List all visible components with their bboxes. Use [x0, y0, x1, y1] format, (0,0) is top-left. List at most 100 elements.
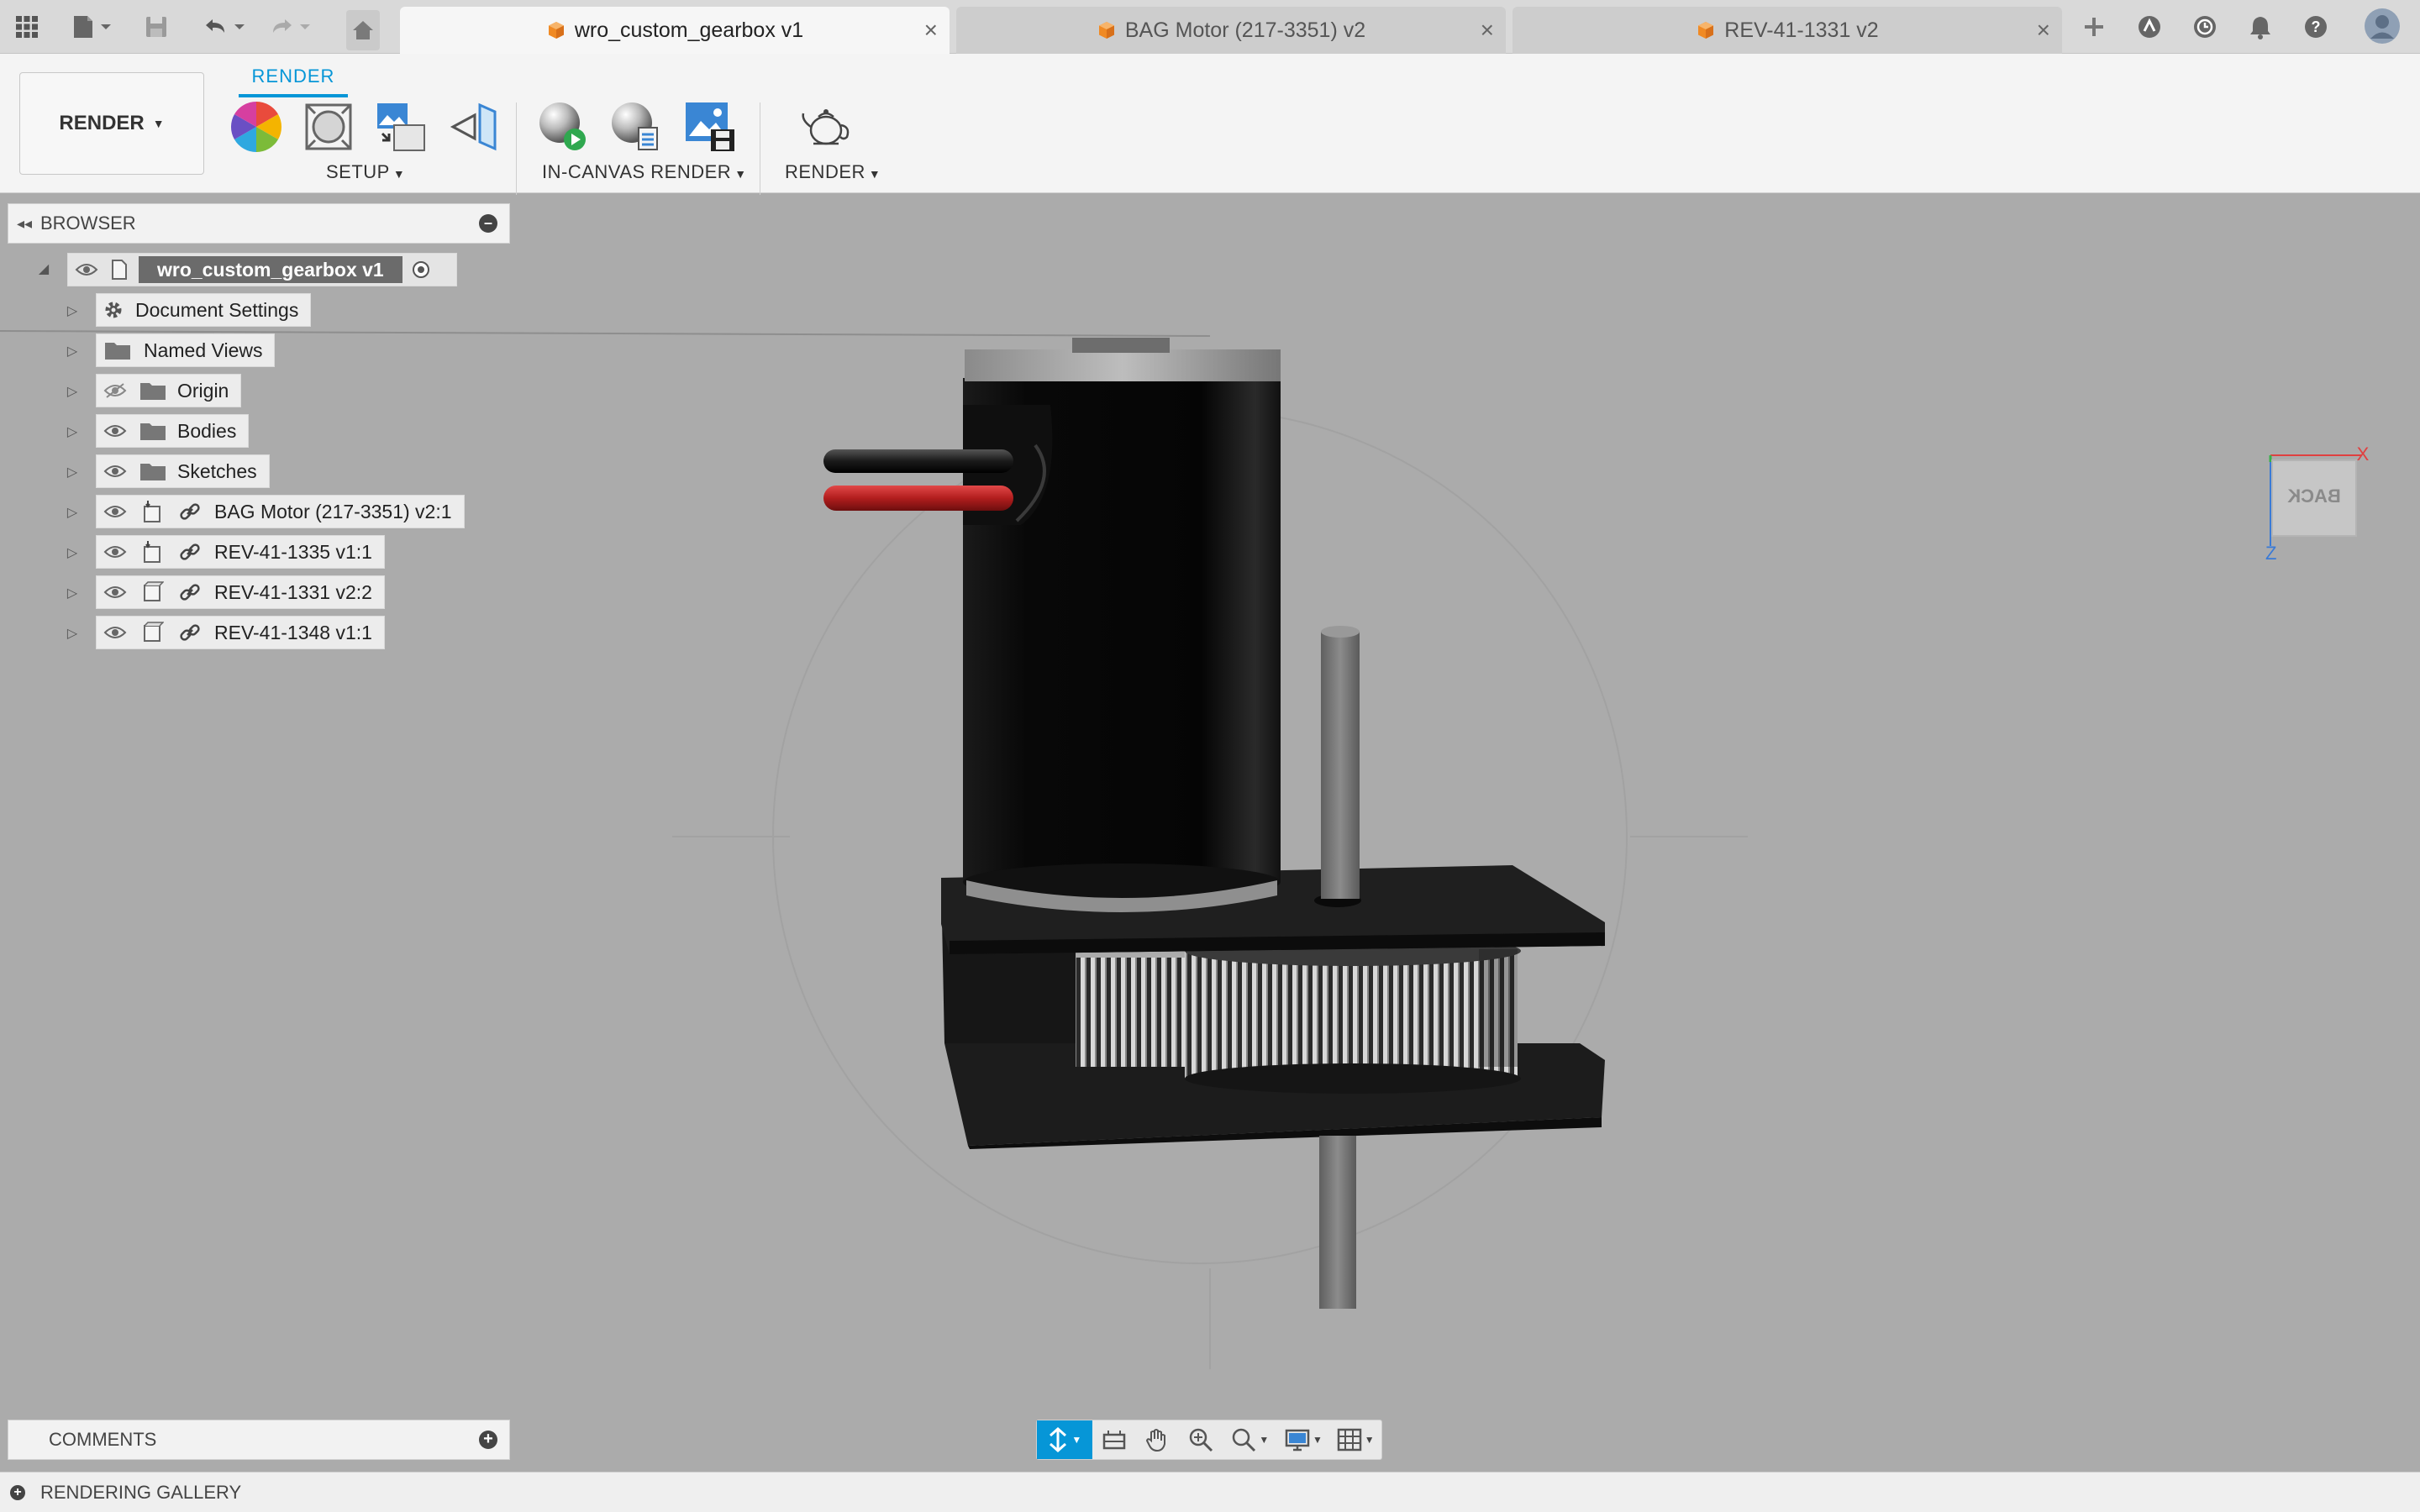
scene-settings-icon[interactable] — [299, 97, 358, 156]
in-canvas-render-group-label: IN-CANVAS RENDER — [542, 161, 732, 182]
activate-radio-icon[interactable] — [408, 253, 434, 286]
component-icon — [134, 616, 171, 649]
rendering-gallery-bar[interactable]: + RENDERING GALLERY — [0, 1472, 2420, 1512]
browser-item-label: REV-41-1335 v1:1 — [214, 540, 372, 563]
browser-item-rev-41-1348[interactable]: REV-41-1348 v1:1 — [96, 616, 385, 649]
ribbon-tab-render[interactable]: RENDER — [239, 60, 348, 97]
chevron-down-icon: ▼ — [152, 117, 165, 130]
svg-text:?: ? — [2312, 18, 2321, 35]
capture-image-icon[interactable] — [681, 97, 739, 156]
eye-icon[interactable] — [97, 414, 134, 448]
undo-icon[interactable] — [198, 12, 250, 42]
browser-item-rev-41-1335[interactable]: REV-41-1335 v1:1 — [96, 535, 385, 569]
chevron-down-icon: ▼ — [1313, 1434, 1323, 1446]
extensions-icon[interactable] — [2134, 12, 2165, 42]
eye-icon[interactable] — [97, 575, 134, 609]
notifications-icon[interactable] — [2245, 12, 2275, 42]
grid-settings-button[interactable]: ▼ — [1329, 1420, 1381, 1459]
canvas-viewport[interactable]: BACK X Z — [0, 193, 2420, 1470]
job-status-icon[interactable] — [2190, 12, 2220, 42]
browser-panel-header[interactable]: ◂◂ BROWSER – — [8, 203, 510, 244]
file-menu-icon[interactable] — [67, 12, 119, 42]
in-canvas-render-icon[interactable] — [534, 97, 593, 156]
expand-triangle-icon[interactable]: ▷ — [64, 423, 81, 440]
tab-bag-motor[interactable]: BAG Motor (217-3351) v2 × — [956, 7, 1506, 54]
expand-triangle-icon[interactable]: ▷ — [64, 504, 81, 521]
expand-triangle-icon[interactable]: ▷ — [64, 544, 81, 561]
browser-item-document-settings[interactable]: Document Settings — [96, 293, 312, 327]
ribbon-separator — [516, 102, 517, 195]
expand-triangle-icon[interactable]: ▷ — [64, 302, 81, 319]
component-cube-icon — [1098, 22, 1114, 39]
user-avatar[interactable] — [2363, 7, 2402, 45]
redo-icon[interactable] — [264, 12, 316, 42]
comments-panel-header[interactable]: COMMENTS + — [8, 1420, 510, 1460]
expand-triangle-icon[interactable]: ▷ — [64, 383, 81, 400]
grid-icon — [1337, 1428, 1361, 1452]
folder-icon — [97, 333, 139, 367]
orbit-tool-button[interactable]: ▼ — [1037, 1420, 1092, 1459]
axis-z-label: Z — [2265, 543, 2276, 563]
in-canvas-render-settings-icon[interactable] — [607, 97, 666, 156]
help-icon[interactable]: ? — [2301, 12, 2331, 42]
expand-triangle-icon[interactable]: ▷ — [64, 625, 81, 642]
setup-group-menu[interactable]: SETUP ▼ — [326, 161, 405, 183]
appearance-color-wheel-icon[interactable] — [227, 97, 286, 156]
close-tab-icon[interactable]: × — [1481, 18, 1494, 42]
model-render-scene[interactable] — [0, 193, 2420, 1470]
eye-icon[interactable] — [68, 253, 105, 286]
chevron-down-icon: ▼ — [392, 167, 406, 181]
browser-item-origin[interactable]: Origin — [96, 374, 242, 407]
pan-button[interactable] — [1135, 1420, 1179, 1459]
look-at-icon — [1102, 1431, 1125, 1450]
texture-map-icon[interactable] — [371, 97, 430, 156]
collapse-triangle-icon[interactable]: ◢ — [35, 260, 52, 277]
workspace-label: RENDER — [59, 112, 145, 134]
tab-label: wro_custom_gearbox v1 — [574, 18, 804, 42]
view-cube[interactable]: BACK X Z — [2260, 444, 2370, 564]
expand-triangle-icon[interactable]: ▷ — [64, 343, 81, 360]
eye-icon[interactable] — [97, 616, 134, 649]
decal-icon[interactable] — [444, 97, 502, 156]
new-tab-icon[interactable] — [2079, 12, 2109, 42]
workspace-switcher[interactable]: RENDER ▼ — [19, 72, 204, 175]
browser-item-named-views[interactable]: Named Views — [96, 333, 276, 367]
add-comment-icon[interactable]: + — [479, 1431, 497, 1449]
display-settings-button[interactable]: ▼ — [1278, 1420, 1330, 1459]
browser-item-label: BAG Motor (217-3351) v2:1 — [214, 500, 452, 522]
zoom-window-icon — [1233, 1428, 1256, 1452]
fit-button[interactable]: ▼ — [1223, 1420, 1278, 1459]
expand-triangle-icon[interactable]: ▷ — [64, 464, 81, 480]
gallery-title: RENDERING GALLERY — [40, 1481, 242, 1503]
link-icon — [171, 616, 209, 649]
tab-wro-custom-gearbox[interactable]: wro_custom_gearbox v1 × — [400, 7, 950, 54]
collapse-panel-icon[interactable]: ◂◂ — [8, 215, 40, 233]
look-at-button[interactable] — [1092, 1420, 1136, 1459]
home-icon[interactable] — [346, 10, 380, 50]
pan-hand-icon — [1146, 1429, 1166, 1452]
close-tab-icon[interactable]: × — [2037, 18, 2050, 42]
eye-icon[interactable] — [97, 495, 134, 528]
save-icon[interactable] — [141, 12, 171, 42]
zoom-button[interactable] — [1179, 1420, 1223, 1459]
eye-hidden-icon[interactable] — [97, 374, 134, 407]
browser-item-rev-41-1331[interactable]: REV-41-1331 v2:2 — [96, 575, 385, 609]
setup-group-label: SETUP — [326, 161, 390, 182]
eye-icon[interactable] — [97, 535, 134, 569]
apps-grid-icon[interactable] — [12, 12, 42, 42]
close-tab-icon[interactable]: × — [924, 18, 938, 42]
expand-triangle-icon[interactable]: ▷ — [64, 585, 81, 601]
panel-minimize-icon[interactable]: – — [479, 214, 497, 233]
tab-label: REV-41-1331 v2 — [1724, 18, 1879, 42]
browser-item-bag-motor[interactable]: BAG Motor (217-3351) v2:1 — [96, 495, 465, 528]
browser-item-sketches[interactable]: Sketches — [96, 454, 270, 488]
expand-gallery-icon[interactable]: + — [10, 1484, 25, 1500]
render-teapot-icon[interactable] — [797, 97, 855, 156]
render-group-menu[interactable]: RENDER ▼ — [785, 161, 881, 183]
browser-item-bodies[interactable]: Bodies — [96, 414, 250, 448]
tab-rev-41-1331[interactable]: REV-41-1331 v2 × — [1512, 7, 2062, 54]
eye-icon[interactable] — [97, 454, 134, 488]
component-grounded-icon — [134, 495, 171, 528]
browser-root-node[interactable]: wro_custom_gearbox v1 — [67, 253, 457, 286]
in-canvas-render-group-menu[interactable]: IN-CANVAS RENDER ▼ — [542, 161, 747, 183]
